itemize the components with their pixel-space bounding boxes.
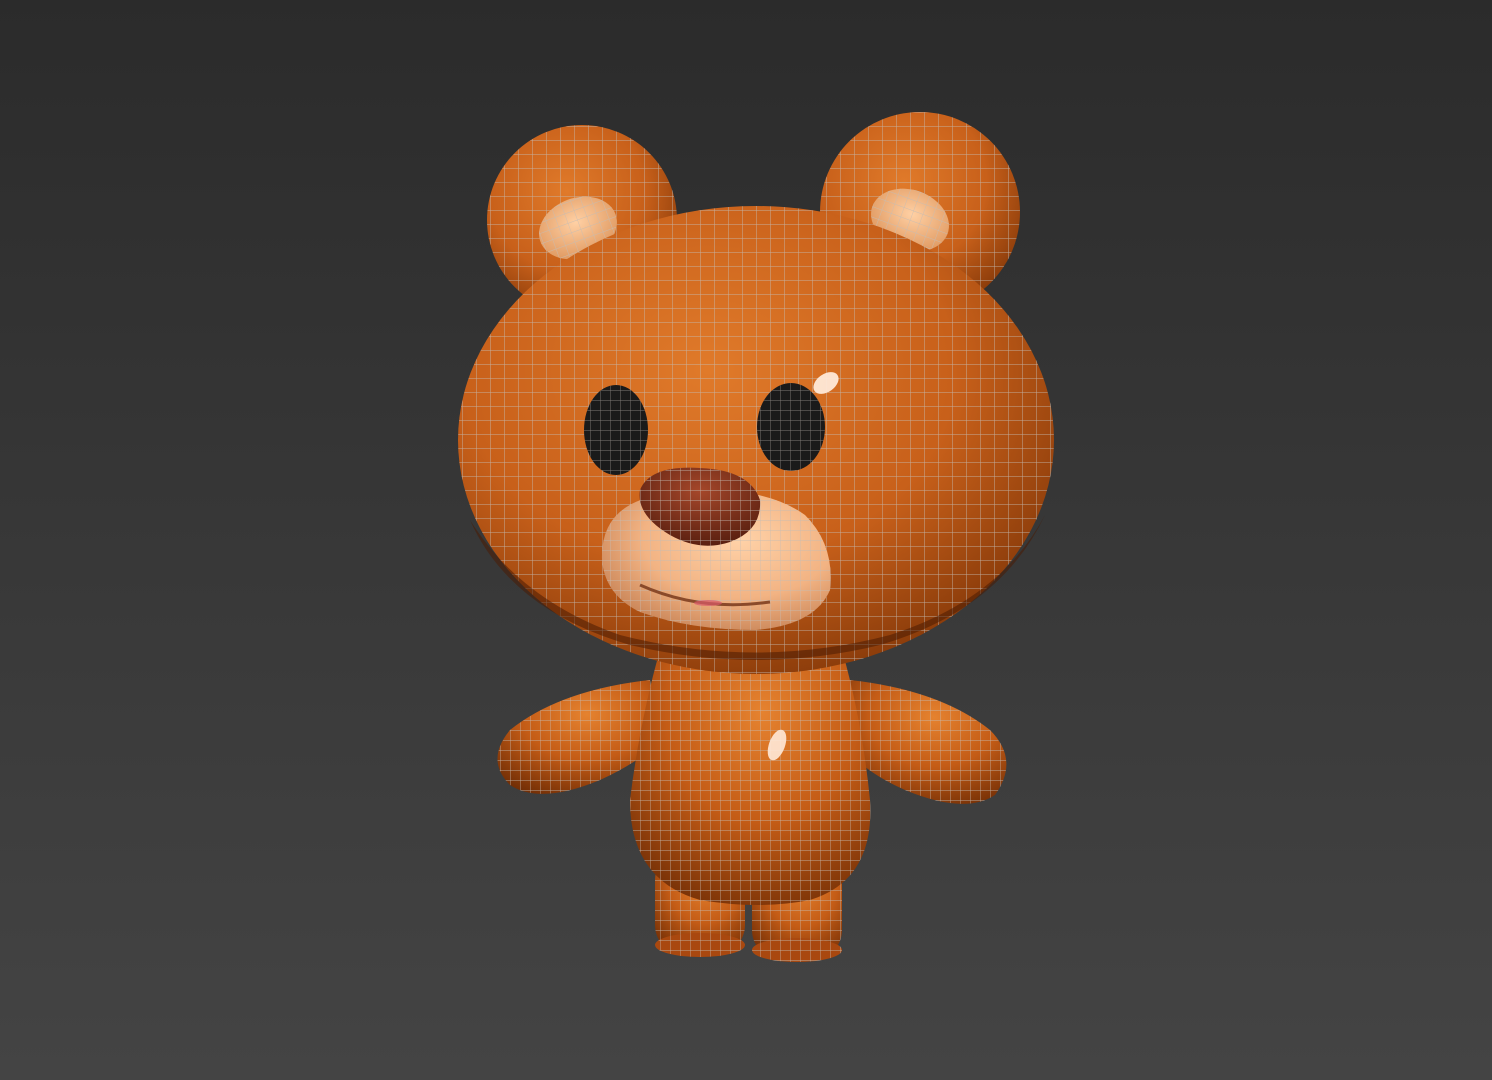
left-eye [584, 385, 648, 475]
right-arm[interactable] [845, 680, 1007, 804]
right-eye [757, 383, 825, 471]
teddy-bear-model[interactable] [0, 0, 1492, 1080]
3d-viewport[interactable] [0, 0, 1492, 1080]
